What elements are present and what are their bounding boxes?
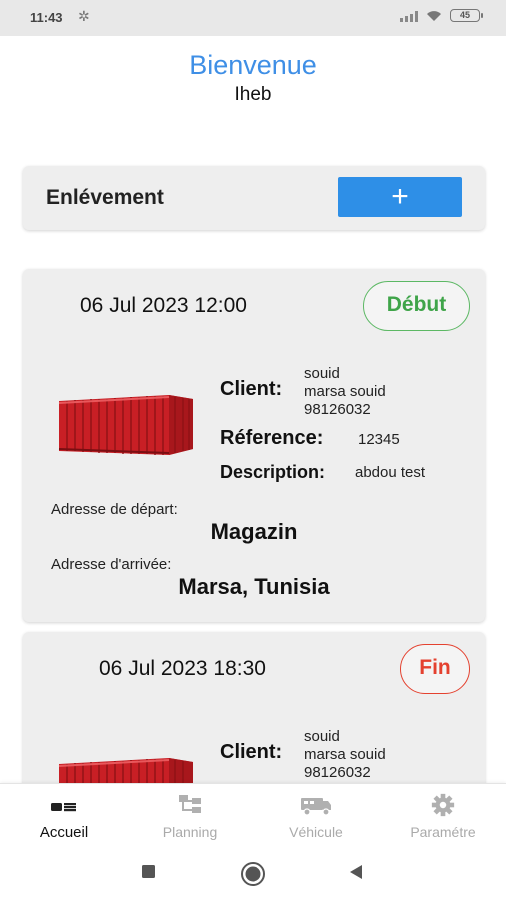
status-indicators: 45	[400, 9, 483, 22]
username: Iheb	[234, 84, 272, 105]
gear-icon	[431, 793, 455, 817]
battery-icon: 45	[450, 9, 483, 22]
nav-item-parametre[interactable]: Paramétre	[380, 792, 506, 840]
truck-icon	[301, 798, 331, 816]
add-pickup-button[interactable]: +	[338, 177, 462, 217]
client-address: marsa souid	[304, 746, 386, 763]
settings-status-icon: ✲	[78, 8, 90, 24]
client-value: souid marsa souid 98126032	[304, 728, 386, 782]
nav-item-vehicule[interactable]: Véhicule	[253, 792, 379, 840]
arrival-caption: Adresse d'arrivée:	[51, 556, 172, 573]
client-label: Client:	[220, 378, 283, 400]
client-value: souid marsa souid 98126032	[304, 365, 386, 419]
departure-caption: Adresse de départ:	[51, 501, 178, 518]
status-end-button[interactable]: Fin	[400, 644, 470, 694]
enlevement-card: Enlévement +	[23, 166, 485, 230]
nav-item-accueil[interactable]: Accueil	[1, 792, 127, 841]
recents-button[interactable]	[140, 863, 158, 881]
system-navigation-bar	[0, 849, 506, 900]
arrival-address: Marsa, Tunisia	[178, 574, 330, 599]
nav-item-planning[interactable]: Planning	[127, 792, 253, 840]
client-phone: 98126032	[304, 764, 371, 781]
status-bar: 11:43 ✲ 45	[0, 0, 506, 36]
client-address: marsa souid	[304, 383, 386, 400]
client-name: souid	[304, 728, 340, 745]
app-screen: 11:43 ✲ 45 Bienvenue Iheb Enlévement + 0…	[0, 0, 506, 900]
wifi-icon	[427, 10, 441, 21]
departure-address: Magazin	[210, 519, 298, 544]
pickup-datetime: 06 Jul 2023 18:30	[99, 657, 266, 680]
home-button[interactable]	[240, 861, 266, 887]
signal-icon	[400, 10, 418, 22]
enlevement-label: Enlévement	[46, 186, 164, 209]
client-label: Client:	[220, 741, 283, 763]
container-image	[58, 395, 193, 455]
bottom-navigation: Accueil Planning Véhicule Paramétre	[0, 783, 506, 849]
nav-label-vehicule: Véhicule	[289, 824, 343, 840]
client-name: souid	[304, 365, 340, 382]
pickup-card[interactable]: 06 Jul 2023 18:30 Fin Client: souid mars…	[23, 632, 485, 792]
client-phone: 98126032	[304, 401, 371, 418]
planning-icon	[179, 795, 201, 813]
status-time: 11:43	[30, 10, 63, 25]
pickup-datetime: 06 Jul 2023 12:00	[80, 294, 247, 317]
nav-label-parametre: Paramétre	[410, 824, 476, 840]
back-button[interactable]	[347, 863, 365, 881]
home-icon	[51, 803, 76, 812]
pickup-card[interactable]: 06 Jul 2023 12:00 Début Client: souid ma	[23, 269, 485, 622]
description-label: Description:	[220, 462, 326, 482]
nav-label-planning: Planning	[162, 824, 218, 840]
battery-level: 45	[459, 10, 470, 20]
reference-label: Réference:	[220, 427, 324, 449]
welcome-title: Bienvenue	[189, 50, 317, 80]
description-value: abdou test	[355, 464, 426, 481]
reference-value: 12345	[358, 431, 400, 448]
nav-label-accueil: Accueil	[39, 824, 89, 841]
status-start-button[interactable]: Début	[363, 281, 470, 331]
